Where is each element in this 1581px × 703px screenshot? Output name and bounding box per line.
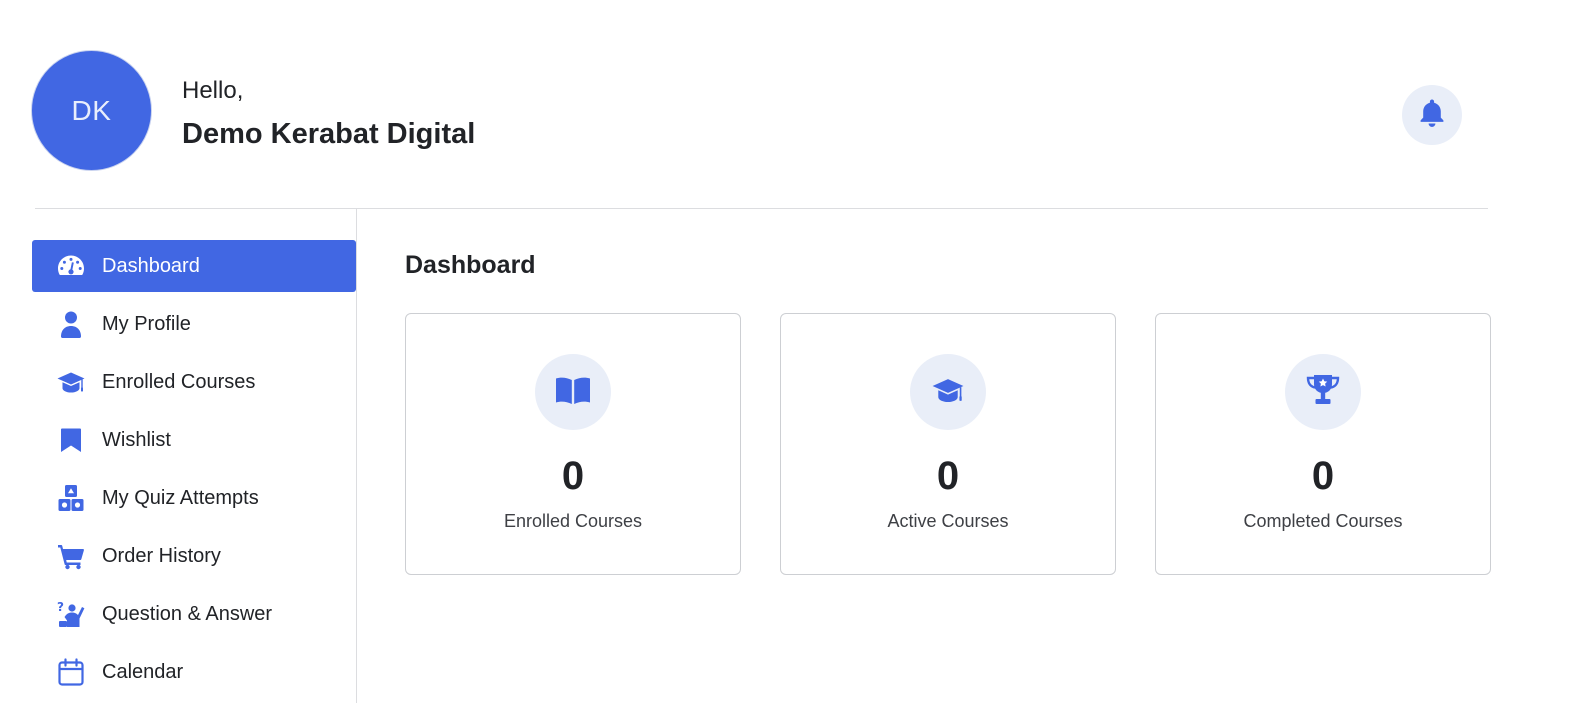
- sidebar-item-label: Dashboard: [102, 254, 200, 277]
- cart-icon: [57, 542, 85, 570]
- greeting-text: Hello,: [182, 77, 244, 104]
- sidebar-item-label: Calendar: [102, 660, 184, 683]
- stat-count: 0: [1311, 454, 1335, 498]
- sidebar-nav: Dashboard My Profile Enrolled Courses Wi…: [32, 240, 356, 703]
- sidebar-item-label: My Quiz Attempts: [102, 486, 259, 509]
- sidebar-item-label: Question & Answer: [102, 602, 273, 625]
- sidebar-item-my-profile[interactable]: My Profile: [32, 298, 356, 350]
- trophy-icon: [1305, 372, 1341, 413]
- header-divider: [35, 208, 1488, 209]
- book-open-icon: [555, 374, 591, 411]
- sidebar-item-label: Order History: [102, 544, 221, 567]
- question-answer-icon: ?: [57, 600, 85, 628]
- sidebar-item-my-quiz-attempts[interactable]: My Quiz Attempts: [32, 472, 356, 524]
- stat-count: 0: [561, 454, 585, 498]
- stat-icon-circle: [535, 354, 611, 430]
- graduation-cap-icon: [930, 374, 966, 411]
- sidebar-item-label: Enrolled Courses: [102, 370, 256, 393]
- bell-icon: [1419, 98, 1445, 133]
- user-icon: [57, 310, 85, 338]
- dashboard-gauge-icon: [57, 252, 85, 280]
- stat-label: Active Courses: [887, 511, 1009, 531]
- stat-label: Completed Courses: [1243, 511, 1403, 531]
- sidebar-item-dashboard[interactable]: Dashboard: [32, 240, 356, 292]
- stat-count: 0: [936, 454, 960, 498]
- sidebar-item-label: Wishlist: [102, 428, 171, 451]
- sidebar-item-question-answer[interactable]: ? Question & Answer: [32, 588, 356, 640]
- graduation-cap-icon: [57, 368, 85, 396]
- stat-icon-circle: [1285, 354, 1361, 430]
- shapes-icon: [57, 484, 85, 512]
- svg-text:?: ?: [57, 600, 64, 614]
- calendar-icon: [57, 658, 85, 686]
- stat-card-enrolled-courses: 0 Enrolled Courses: [405, 313, 741, 575]
- stat-icon-circle: [910, 354, 986, 430]
- user-name: Demo Kerabat Digital: [182, 118, 476, 150]
- sidebar-item-calendar[interactable]: Calendar: [32, 646, 356, 698]
- sidebar-item-order-history[interactable]: Order History: [32, 530, 356, 582]
- sidebar-item-enrolled-courses[interactable]: Enrolled Courses: [32, 356, 356, 408]
- stat-card-completed-courses: 0 Completed Courses: [1155, 313, 1491, 575]
- page-title: Dashboard: [405, 251, 536, 279]
- notifications-button[interactable]: [1402, 85, 1462, 145]
- sidebar-divider: [356, 209, 357, 703]
- stat-label: Enrolled Courses: [503, 511, 643, 531]
- bookmark-icon: [57, 426, 85, 454]
- stat-card-active-courses: 0 Active Courses: [780, 313, 1116, 575]
- sidebar-item-wishlist[interactable]: Wishlist: [32, 414, 356, 466]
- avatar-initials: DK: [71, 94, 112, 126]
- avatar: DK: [31, 50, 152, 171]
- sidebar-item-label: My Profile: [102, 312, 191, 335]
